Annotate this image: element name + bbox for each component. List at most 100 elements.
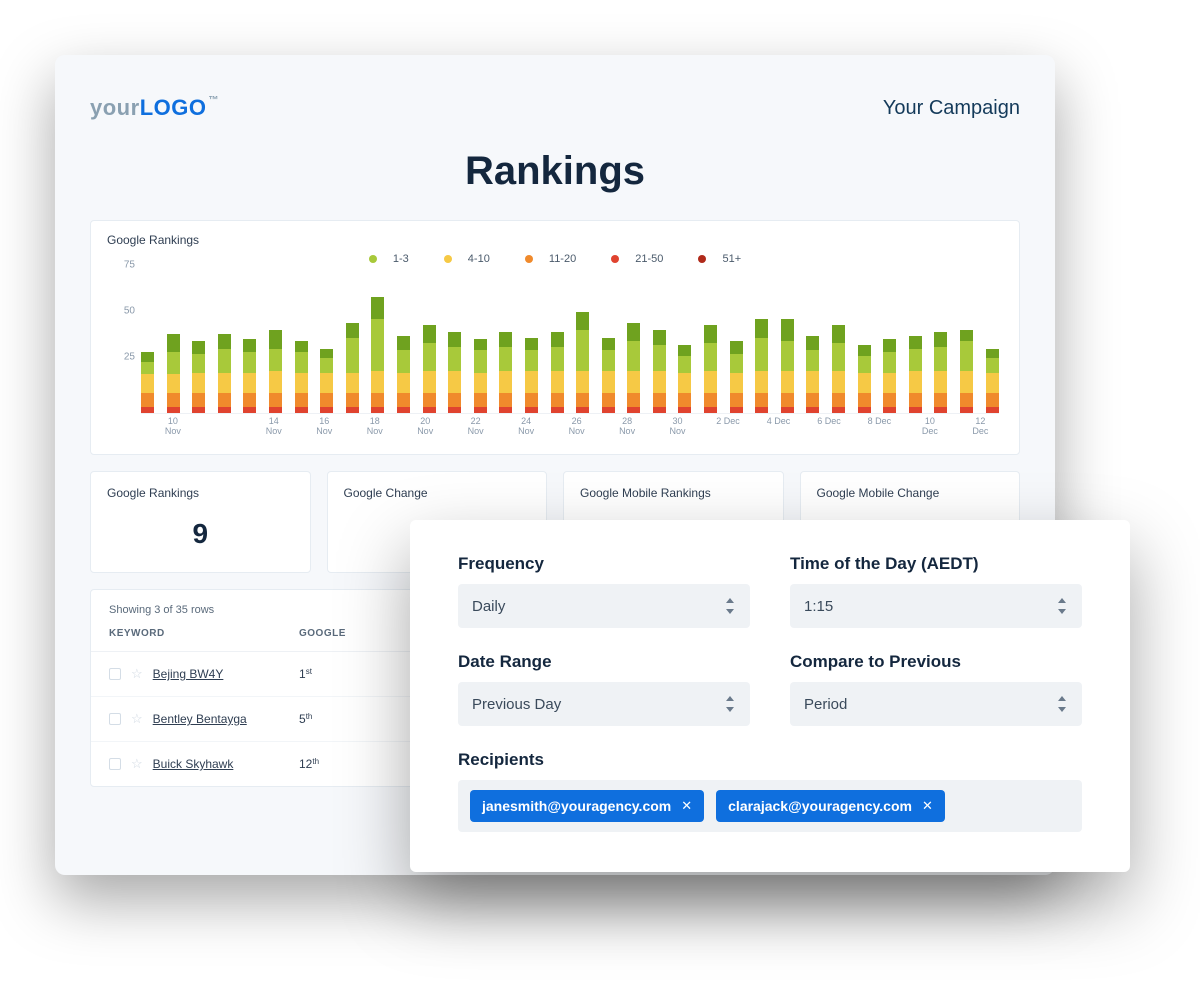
- time-label: Time of the Day (AEDT): [790, 554, 1082, 574]
- bar-segment: [192, 373, 205, 393]
- logo: yourLOGO™: [90, 95, 219, 121]
- bar-segment: [909, 349, 922, 371]
- bar-segment: [295, 373, 308, 393]
- bar-segment: [909, 407, 922, 413]
- chart-bar: [781, 319, 794, 413]
- bar-segment: [167, 407, 180, 413]
- chart-bar: [730, 341, 743, 413]
- bar-segment: [909, 336, 922, 349]
- chart-bar: [346, 323, 359, 413]
- bar-segment: [551, 393, 564, 408]
- bar-segment: [525, 350, 538, 370]
- bar-segment: [192, 407, 205, 413]
- bar-segment: [218, 407, 231, 413]
- x-tick: [438, 416, 463, 436]
- x-tick: 18 Nov: [362, 416, 387, 436]
- chart-bar: [986, 349, 999, 413]
- bar-segment: [602, 393, 615, 408]
- x-tick: [387, 416, 412, 436]
- bar-segment: [602, 371, 615, 393]
- x-tick: 26 Nov: [564, 416, 589, 436]
- chart-title: Google Rankings: [107, 233, 1003, 247]
- bar-segment: [167, 393, 180, 408]
- bar-segment: [602, 350, 615, 370]
- x-tick: [488, 416, 513, 436]
- bar-segment: [730, 354, 743, 372]
- x-tick: [539, 416, 564, 436]
- bar-segment: [167, 374, 180, 392]
- bar-segment: [653, 407, 666, 413]
- chart-bar: [167, 334, 180, 413]
- checkbox[interactable]: [109, 713, 121, 725]
- legend-item-11-20: 11-20: [517, 253, 584, 265]
- bar-segment: [781, 371, 794, 393]
- bar-segment: [397, 350, 410, 372]
- bar-segment: [320, 407, 333, 413]
- close-icon[interactable]: ✕: [681, 798, 692, 814]
- bar-segment: [755, 393, 768, 408]
- star-icon[interactable]: ☆: [131, 711, 143, 727]
- bar-segment: [832, 325, 845, 343]
- recipient-chip[interactable]: clarajack@youragency.com✕: [716, 790, 945, 822]
- chart-bar: [678, 345, 691, 413]
- bar-segment: [678, 393, 691, 408]
- chart-bar: [499, 332, 512, 413]
- bar-segment: [141, 352, 154, 361]
- bar-segment: [423, 393, 436, 408]
- bar-segment: [858, 345, 871, 356]
- bar-segment: [269, 393, 282, 408]
- bar-segment: [986, 373, 999, 393]
- bar-segment: [269, 349, 282, 371]
- bar-segment: [474, 350, 487, 372]
- bar-segment: [781, 341, 794, 370]
- x-tick: [640, 416, 665, 436]
- bar-segment: [627, 371, 640, 393]
- close-icon[interactable]: ✕: [922, 798, 933, 814]
- checkbox[interactable]: [109, 668, 121, 680]
- bar-segment: [397, 373, 410, 393]
- date-range-select[interactable]: Previous Day: [458, 682, 750, 726]
- chart-x-axis: 10 Nov14 Nov16 Nov18 Nov20 Nov22 Nov24 N…: [141, 416, 999, 436]
- x-tick: [337, 416, 362, 436]
- bar-segment: [525, 393, 538, 408]
- chart-bar: [448, 332, 461, 413]
- x-tick: [589, 416, 614, 436]
- x-tick: [286, 416, 311, 436]
- compare-select[interactable]: Period: [790, 682, 1082, 726]
- bar-segment: [192, 354, 205, 372]
- frequency-select[interactable]: Daily: [458, 584, 750, 628]
- bar-segment: [218, 334, 231, 349]
- dot-icon: [698, 255, 706, 263]
- keyword-link[interactable]: Buick Skyhawk: [153, 757, 234, 771]
- chart-card: Google Rankings 1-3 4-10 11-20 21-50 51+…: [90, 220, 1020, 455]
- bar-segment: [320, 393, 333, 408]
- chart-bar: [909, 336, 922, 413]
- star-icon[interactable]: ☆: [131, 666, 143, 682]
- chart-bar: [832, 325, 845, 413]
- bar-segment: [832, 343, 845, 371]
- bar-segment: [986, 358, 999, 373]
- bar-segment: [141, 362, 154, 375]
- bar-segment: [960, 341, 973, 370]
- bar-segment: [474, 339, 487, 350]
- bar-segment: [576, 393, 589, 408]
- field-date-range: Date Range Previous Day: [458, 652, 750, 726]
- recipients-input[interactable]: janesmith@youragency.com✕ clarajack@youra…: [458, 780, 1082, 832]
- bar-segment: [525, 371, 538, 393]
- recipient-chip[interactable]: janesmith@youragency.com✕: [470, 790, 704, 822]
- time-select[interactable]: 1:15: [790, 584, 1082, 628]
- keyword-link[interactable]: Bejing BW4Y: [153, 667, 224, 681]
- keyword-link[interactable]: Bentley Bentayga: [153, 712, 247, 726]
- chart-bar: [627, 323, 640, 413]
- x-tick: [185, 416, 210, 436]
- bar-segment: [576, 312, 589, 330]
- bar-segment: [653, 371, 666, 393]
- x-tick: 10 Nov: [160, 416, 185, 436]
- x-tick: 16 Nov: [312, 416, 337, 436]
- bar-segment: [295, 407, 308, 413]
- star-icon[interactable]: ☆: [131, 756, 143, 772]
- checkbox[interactable]: [109, 758, 121, 770]
- column-google: GOOGLE: [299, 628, 379, 639]
- bar-segment: [781, 319, 794, 341]
- x-tick: [892, 416, 917, 436]
